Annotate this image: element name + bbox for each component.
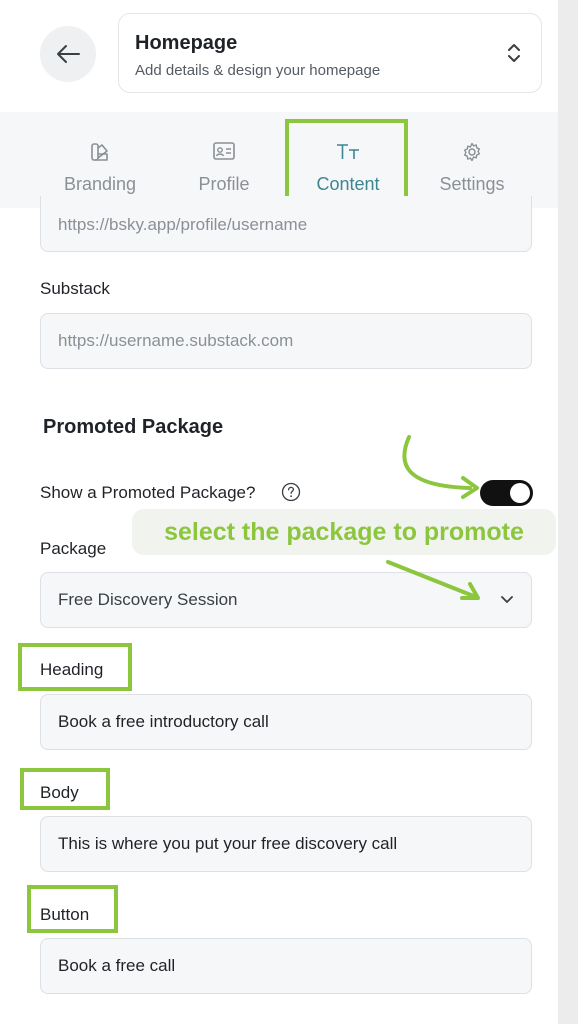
button-text-input[interactable]: Book a free call bbox=[40, 938, 532, 994]
substack-label: Substack bbox=[40, 279, 110, 298]
package-select-value: Free Discovery Session bbox=[58, 590, 238, 609]
arrow-left-icon bbox=[57, 45, 80, 63]
promoted-package-title: Promoted Package bbox=[43, 416, 224, 438]
show-promoted-toggle[interactable] bbox=[480, 480, 533, 506]
scrollbar[interactable] bbox=[558, 0, 578, 1024]
palette-icon bbox=[91, 143, 108, 161]
bluesky-input[interactable]: https://bsky.app/profile/username bbox=[40, 196, 532, 252]
chevron-down-icon bbox=[501, 596, 513, 603]
chevron-up-down-icon bbox=[508, 44, 520, 62]
page-title: Homepage bbox=[135, 32, 238, 54]
page-selector[interactable]: Homepage Add details & design your homep… bbox=[118, 13, 542, 93]
back-button[interactable] bbox=[40, 26, 96, 82]
tab-branding[interactable]: Branding bbox=[42, 112, 158, 208]
package-label: Package bbox=[40, 539, 107, 558]
package-select[interactable]: Free Discovery Session bbox=[40, 572, 532, 628]
id-card-icon bbox=[213, 142, 235, 160]
help-icon[interactable] bbox=[281, 482, 301, 502]
annotation-callout: select the package to promote bbox=[132, 509, 556, 555]
arrow-to-toggle bbox=[402, 435, 472, 490]
page-subtitle: Add details & design your homepage bbox=[135, 62, 381, 79]
tab-label: Settings bbox=[439, 174, 505, 194]
tab-label: Profile bbox=[198, 174, 250, 194]
toggle-knob bbox=[510, 483, 530, 503]
highlight-button-label bbox=[27, 885, 118, 933]
heading-input[interactable]: Book a free introductory call bbox=[40, 694, 532, 750]
body-input[interactable]: This is where you put your free discover… bbox=[40, 816, 532, 872]
gear-icon bbox=[464, 142, 480, 162]
tab-bar: Branding Profile Content Settings bbox=[0, 112, 558, 208]
substack-input[interactable]: https://username.substack.com bbox=[40, 313, 532, 369]
tab-settings[interactable]: Settings bbox=[420, 112, 524, 208]
highlight-body-label bbox=[20, 768, 110, 810]
tab-profile[interactable]: Profile bbox=[176, 112, 272, 208]
show-promoted-label: Show a Promoted Package? bbox=[40, 483, 256, 502]
tab-label: Branding bbox=[63, 174, 137, 194]
highlight-heading-label bbox=[18, 643, 132, 691]
